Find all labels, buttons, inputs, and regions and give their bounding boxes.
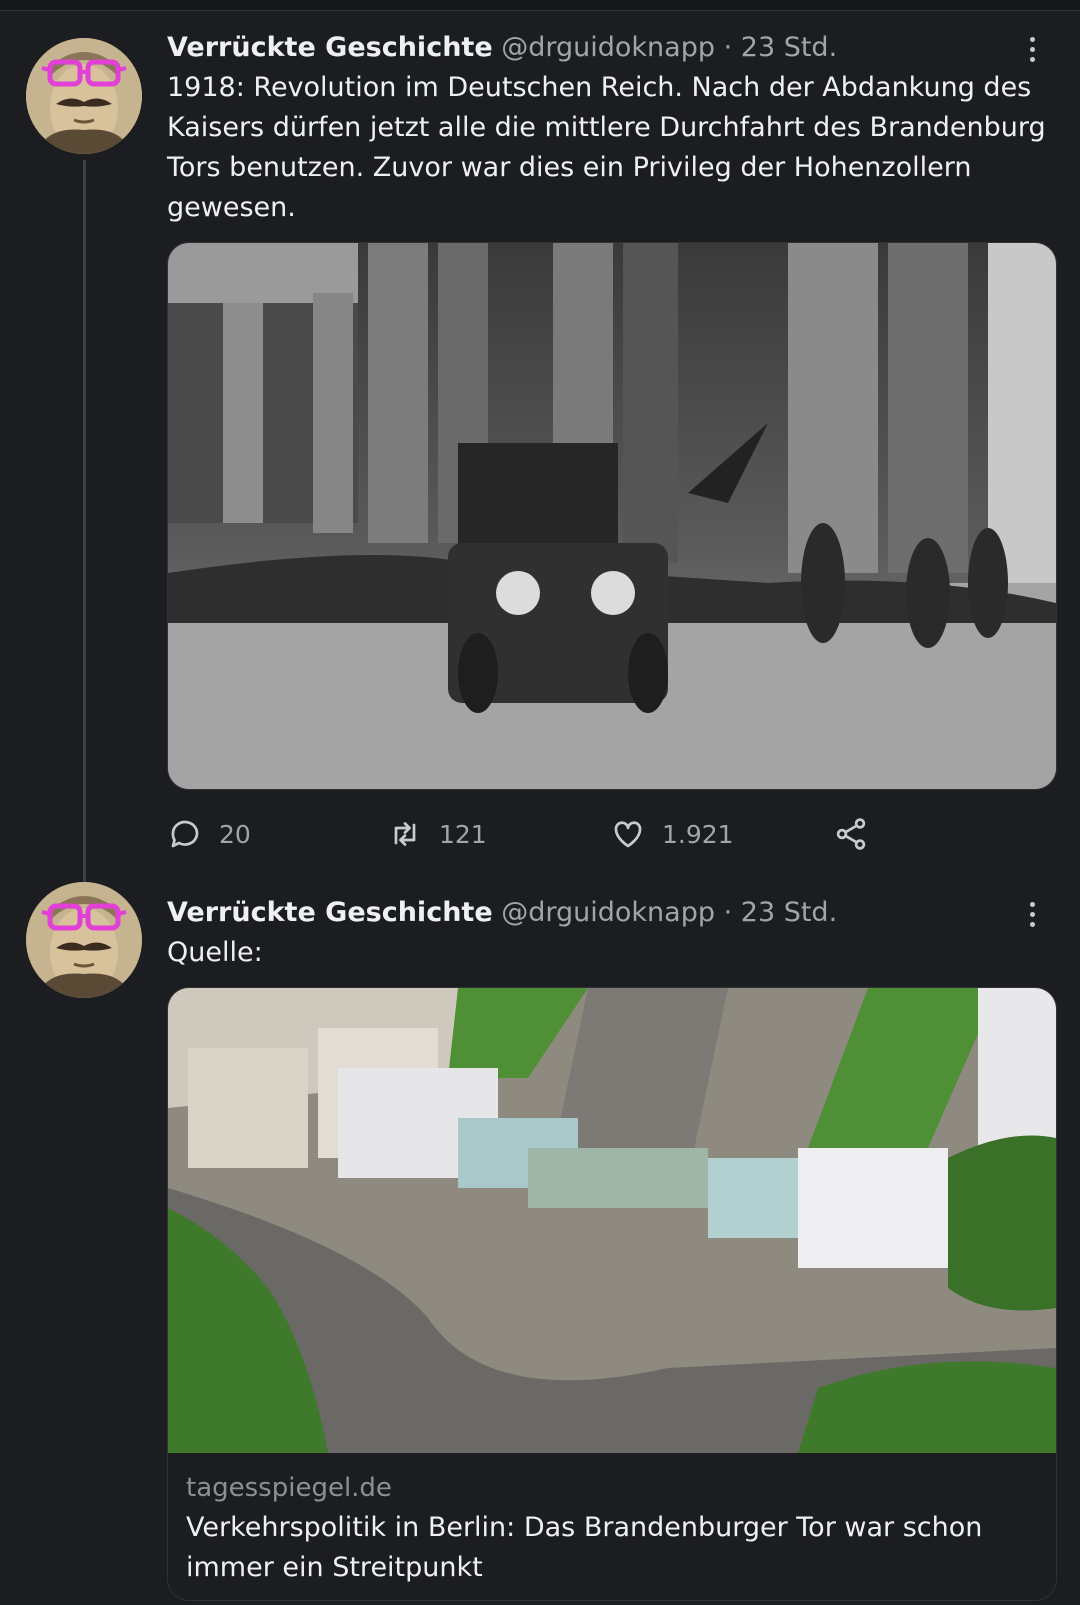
aerial-photo-image xyxy=(168,988,1056,1453)
reply-icon xyxy=(171,820,199,848)
reply-count: 20 xyxy=(219,819,251,849)
more-vertical-icon[interactable] xyxy=(1024,32,1040,72)
top-divider xyxy=(0,0,1080,11)
author-name[interactable]: Verrückte Geschichte xyxy=(167,897,493,928)
share-button[interactable] xyxy=(833,812,869,856)
share-icon xyxy=(836,818,866,850)
retweet-icon xyxy=(394,822,416,846)
tweet-text: Quelle: xyxy=(167,937,263,968)
like-button[interactable]: 1.921 xyxy=(610,812,734,856)
timestamp[interactable]: 23 Std. xyxy=(741,32,837,63)
link-card-image xyxy=(168,988,1056,1453)
tweet-photo[interactable] xyxy=(167,242,1057,790)
author-name[interactable]: Verrückte Geschichte xyxy=(167,32,493,63)
link-card-title: Verkehrspolitik in Berlin: Das Brandenbu… xyxy=(186,1512,983,1583)
avatar[interactable] xyxy=(26,38,142,154)
tweet-text: 1918: Revolution im Deutschen Reich. Nac… xyxy=(167,72,1046,223)
avatar-portrait-icon xyxy=(26,882,142,998)
retweet-count: 121 xyxy=(439,819,487,849)
link-card-domain: tagesspiegel.de xyxy=(186,1473,392,1503)
heart-icon xyxy=(614,821,642,848)
link-card[interactable]: tagesspiegel.de Verkehrspolitik in Berli… xyxy=(167,987,1057,1601)
thread-connector-line xyxy=(83,160,86,900)
author-handle[interactable]: @drguidoknapp xyxy=(501,32,715,63)
timestamp[interactable]: 23 Std. xyxy=(741,897,837,928)
avatar[interactable] xyxy=(26,882,142,998)
tweet-header: Verrückte Geschichte @drguidoknapp · 23 … xyxy=(167,893,837,933)
separator-dot: · xyxy=(723,32,733,63)
more-vertical-icon[interactable] xyxy=(1024,897,1040,937)
tweet-actions: 20 121 1.921 xyxy=(167,812,1047,856)
reply-button[interactable]: 20 xyxy=(167,812,251,856)
separator-dot: · xyxy=(723,897,733,928)
author-handle[interactable]: @drguidoknapp xyxy=(501,897,715,928)
historical-photo-image xyxy=(168,243,1056,789)
retweet-button[interactable]: 121 xyxy=(387,812,487,856)
avatar-portrait-icon xyxy=(26,38,142,154)
tweet-header: Verrückte Geschichte @drguidoknapp · 23 … xyxy=(167,28,837,68)
like-count: 1.921 xyxy=(662,819,734,849)
